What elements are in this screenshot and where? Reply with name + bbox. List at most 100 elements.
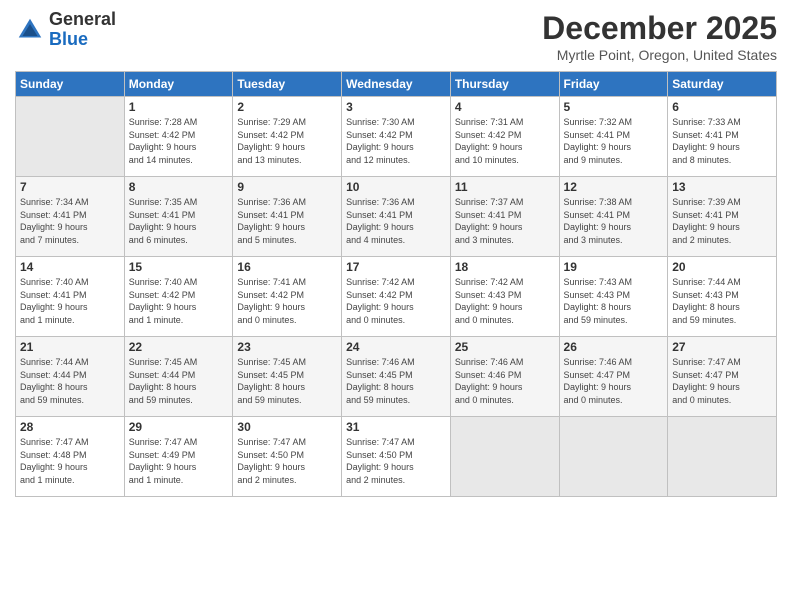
- calendar-cell: 11Sunrise: 7:37 AM Sunset: 4:41 PM Dayli…: [450, 177, 559, 257]
- day-info: Sunrise: 7:46 AM Sunset: 4:45 PM Dayligh…: [346, 356, 446, 406]
- calendar-cell: 20 Sunrise: 7:44 AM Sunset: 4:43 PM Dayli…: [668, 257, 777, 337]
- day-number: 29: [129, 420, 229, 434]
- day-number: 4: [455, 100, 555, 114]
- day-number: 13: [672, 180, 772, 194]
- day-number: 3: [346, 100, 446, 114]
- day-info: Sunrise: 7:35 AM Sunset: 4:41 PM Dayligh…: [129, 196, 229, 246]
- calendar-cell: [450, 417, 559, 497]
- day-number: 11: [455, 180, 555, 194]
- calendar-week-3: 14Sunrise: 7:40 AM Sunset: 4:41 PM Dayli…: [16, 257, 777, 337]
- day-info: Sunrise: 7:47 AM Sunset: 4:50 PM Dayligh…: [237, 436, 337, 486]
- day-number: 2: [237, 100, 337, 114]
- day-number: 8: [129, 180, 229, 194]
- calendar-cell: 6Sunrise: 7:33 AM Sunset: 4:41 PM Daylig…: [668, 97, 777, 177]
- calendar-cell: 28 Sunrise: 7:47 AM Sunset: 4:48 PM Dayli…: [16, 417, 125, 497]
- calendar-cell: 4 Sunrise: 7:31 AM Sunset: 4:42 PM Daylig…: [450, 97, 559, 177]
- calendar-cell: 8 Sunrise: 7:35 AM Sunset: 4:41 PM Daylig…: [124, 177, 233, 257]
- calendar-cell: 16 Sunrise: 7:41 AM Sunset: 4:42 PM Dayli…: [233, 257, 342, 337]
- day-info: Sunrise: 7:34 AM Sunset: 4:41 PM Dayligh…: [20, 196, 120, 246]
- logo: General Blue: [15, 10, 116, 50]
- day-info: Sunrise: 7:38 AM Sunset: 4:41 PM Dayligh…: [564, 196, 664, 246]
- calendar-cell: 31 Sunrise: 7:47 AM Sunset: 4:50 PM Dayli…: [342, 417, 451, 497]
- day-info: Sunrise: 7:47 AM Sunset: 4:48 PM Dayligh…: [20, 436, 120, 486]
- calendar-cell: 18 Sunrise: 7:42 AM Sunset: 4:43 PM Dayli…: [450, 257, 559, 337]
- calendar-cell: 21 Sunrise: 7:44 AM Sunset: 4:44 PM Dayli…: [16, 337, 125, 417]
- calendar-cell: 19 Sunrise: 7:43 AM Sunset: 4:43 PM Dayli…: [559, 257, 668, 337]
- day-number: 21: [20, 340, 120, 354]
- day-number: 16: [237, 260, 337, 274]
- calendar-cell: 12 Sunrise: 7:38 AM Sunset: 4:41 PM Dayli…: [559, 177, 668, 257]
- page-container: General Blue December 2025 Myrtle Point,…: [0, 0, 792, 612]
- day-info: Sunrise: 7:47 AM Sunset: 4:47 PM Dayligh…: [672, 356, 772, 406]
- day-info: Sunrise: 7:31 AM Sunset: 4:42 PM Dayligh…: [455, 116, 555, 166]
- day-info: Sunrise: 7:40 AM Sunset: 4:41 PM Dayligh…: [20, 276, 120, 326]
- day-info: Sunrise: 7:42 AM Sunset: 4:43 PM Dayligh…: [455, 276, 555, 326]
- day-number: 26: [564, 340, 664, 354]
- month-title: December 2025: [542, 10, 777, 47]
- day-number: 12: [564, 180, 664, 194]
- day-info: Sunrise: 7:45 AM Sunset: 4:44 PM Dayligh…: [129, 356, 229, 406]
- day-number: 9: [237, 180, 337, 194]
- day-number: 10: [346, 180, 446, 194]
- calendar-cell: 26 Sunrise: 7:46 AM Sunset: 4:47 PM Dayli…: [559, 337, 668, 417]
- calendar-cell: 27 Sunrise: 7:47 AM Sunset: 4:47 PM Dayli…: [668, 337, 777, 417]
- day-number: 25: [455, 340, 555, 354]
- day-number: 1: [129, 100, 229, 114]
- day-number: 20: [672, 260, 772, 274]
- day-number: 19: [564, 260, 664, 274]
- calendar-cell: 3Sunrise: 7:30 AM Sunset: 4:42 PM Daylig…: [342, 97, 451, 177]
- calendar-cell: 15 Sunrise: 7:40 AM Sunset: 4:42 PM Dayli…: [124, 257, 233, 337]
- day-info: Sunrise: 7:42 AM Sunset: 4:42 PM Dayligh…: [346, 276, 446, 326]
- day-info: Sunrise: 7:43 AM Sunset: 4:43 PM Dayligh…: [564, 276, 664, 326]
- day-number: 6: [672, 100, 772, 114]
- day-info: Sunrise: 7:28 AM Sunset: 4:42 PM Dayligh…: [129, 116, 229, 166]
- logo-general: General: [49, 9, 116, 29]
- calendar-cell: 10 Sunrise: 7:36 AM Sunset: 4:41 PM Dayli…: [342, 177, 451, 257]
- day-number: 27: [672, 340, 772, 354]
- calendar-cell: 22 Sunrise: 7:45 AM Sunset: 4:44 PM Dayli…: [124, 337, 233, 417]
- day-info: Sunrise: 7:29 AM Sunset: 4:42 PM Dayligh…: [237, 116, 337, 166]
- calendar-week-5: 28 Sunrise: 7:47 AM Sunset: 4:48 PM Dayli…: [16, 417, 777, 497]
- calendar-cell: 2 Sunrise: 7:29 AM Sunset: 4:42 PM Daylig…: [233, 97, 342, 177]
- day-info: Sunrise: 7:47 AM Sunset: 4:50 PM Dayligh…: [346, 436, 446, 486]
- calendar-cell: 25Sunrise: 7:46 AM Sunset: 4:46 PM Dayli…: [450, 337, 559, 417]
- col-header-saturday: Saturday: [668, 72, 777, 97]
- calendar-cell: 30 Sunrise: 7:47 AM Sunset: 4:50 PM Dayli…: [233, 417, 342, 497]
- day-number: 28: [20, 420, 120, 434]
- day-info: Sunrise: 7:46 AM Sunset: 4:47 PM Dayligh…: [564, 356, 664, 406]
- day-info: Sunrise: 7:40 AM Sunset: 4:42 PM Dayligh…: [129, 276, 229, 326]
- day-info: Sunrise: 7:41 AM Sunset: 4:42 PM Dayligh…: [237, 276, 337, 326]
- day-number: 31: [346, 420, 446, 434]
- day-info: Sunrise: 7:45 AM Sunset: 4:45 PM Dayligh…: [237, 356, 337, 406]
- calendar-table: SundayMondayTuesdayWednesdayThursdayFrid…: [15, 71, 777, 497]
- logo-text: General Blue: [49, 10, 116, 50]
- calendar-week-4: 21 Sunrise: 7:44 AM Sunset: 4:44 PM Dayli…: [16, 337, 777, 417]
- logo-icon: [15, 15, 45, 45]
- day-number: 15: [129, 260, 229, 274]
- col-header-thursday: Thursday: [450, 72, 559, 97]
- day-info: Sunrise: 7:32 AM Sunset: 4:41 PM Dayligh…: [564, 116, 664, 166]
- calendar-week-2: 7 Sunrise: 7:34 AM Sunset: 4:41 PM Daylig…: [16, 177, 777, 257]
- day-info: Sunrise: 7:39 AM Sunset: 4:41 PM Dayligh…: [672, 196, 772, 246]
- day-number: 23: [237, 340, 337, 354]
- day-info: Sunrise: 7:36 AM Sunset: 4:41 PM Dayligh…: [346, 196, 446, 246]
- day-number: 24: [346, 340, 446, 354]
- day-info: Sunrise: 7:44 AM Sunset: 4:43 PM Dayligh…: [672, 276, 772, 326]
- calendar-cell: 23 Sunrise: 7:45 AM Sunset: 4:45 PM Dayli…: [233, 337, 342, 417]
- calendar-cell: 17Sunrise: 7:42 AM Sunset: 4:42 PM Dayli…: [342, 257, 451, 337]
- col-header-monday: Monday: [124, 72, 233, 97]
- logo-blue: Blue: [49, 29, 88, 49]
- calendar-cell: 7 Sunrise: 7:34 AM Sunset: 4:41 PM Daylig…: [16, 177, 125, 257]
- day-number: 30: [237, 420, 337, 434]
- day-number: 7: [20, 180, 120, 194]
- calendar-cell: [559, 417, 668, 497]
- calendar-cell: [668, 417, 777, 497]
- calendar-cell: 24 Sunrise: 7:46 AM Sunset: 4:45 PM Dayli…: [342, 337, 451, 417]
- day-number: 18: [455, 260, 555, 274]
- day-info: Sunrise: 7:47 AM Sunset: 4:49 PM Dayligh…: [129, 436, 229, 486]
- day-info: Sunrise: 7:44 AM Sunset: 4:44 PM Dayligh…: [20, 356, 120, 406]
- calendar-week-1: 1 Sunrise: 7:28 AM Sunset: 4:42 PM Daylig…: [16, 97, 777, 177]
- calendar-cell: 13 Sunrise: 7:39 AM Sunset: 4:41 PM Dayli…: [668, 177, 777, 257]
- col-header-sunday: Sunday: [16, 72, 125, 97]
- day-number: 22: [129, 340, 229, 354]
